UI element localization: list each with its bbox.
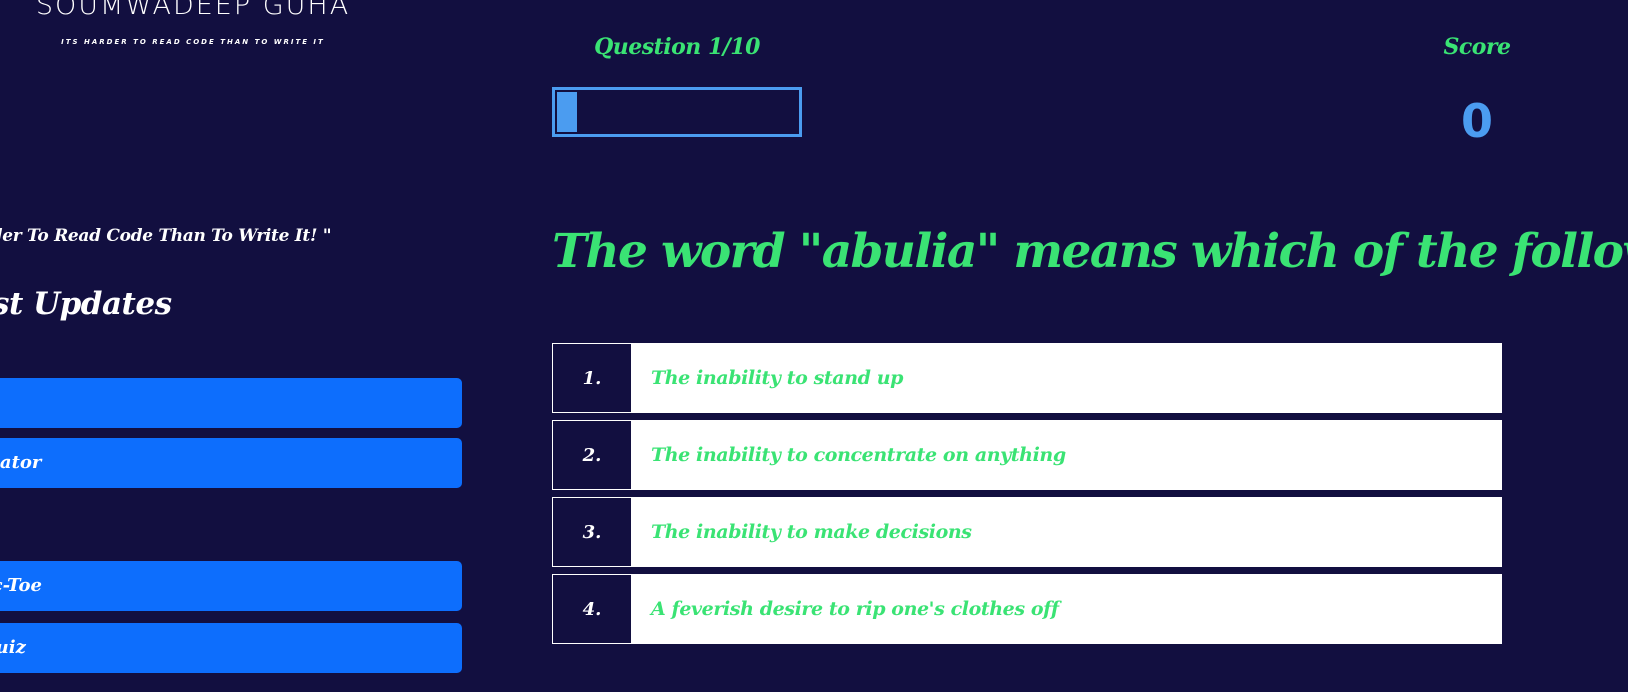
option-number: 2. [553,421,631,489]
answer-options: 1. The inability to stand up 2. The inab… [552,343,1502,651]
question-counter: Question 1/10 [594,34,760,60]
answer-option[interactable]: 4. A feverish desire to rip one's clothe… [552,574,1502,644]
answer-option[interactable]: 3. The inability to make decisions [552,497,1502,567]
sidebar-update-label: ac-Toe [0,575,42,596]
option-number: 3. [553,498,631,566]
option-text: The inability to stand up [651,367,904,389]
score-value: 0 [1460,94,1493,148]
score-label: Score [1443,34,1511,60]
brand-name[interactable]: SOUMWADEEP GUHA [18,0,368,22]
option-number: 4. [553,575,631,643]
sidebar-update-button-quiz[interactable]: Quiz [0,623,462,673]
sidebar-quote: rder To Read Code Than To Write It! " [0,226,332,246]
sidebar-update-label: ulator [0,452,42,473]
question-text: The word "abulia" means which of the fol… [552,224,1628,279]
latest-updates-heading: st Updates [0,286,172,322]
brand-header: SOUMWADEEP GUHA ITS HARDER TO READ CODE … [18,0,368,46]
sidebar-update-button-calculator[interactable]: ulator [0,438,462,488]
answer-option[interactable]: 1. The inability to stand up [552,343,1502,413]
answer-option[interactable]: 2. The inability to concentrate on anyth… [552,420,1502,490]
option-text: A feverish desire to rip one's clothes o… [651,598,1059,620]
option-number: 1. [553,344,631,412]
sidebar-update-button-1[interactable] [0,378,462,428]
option-text: The inability to concentrate on anything [651,444,1066,466]
progress-fill [555,90,580,134]
sidebar-update-label: Quiz [0,637,26,658]
brand-tagline: ITS HARDER TO READ CODE THAN TO WRITE IT [61,38,325,46]
page: SOUMWADEEP GUHA ITS HARDER TO READ CODE … [0,0,1628,692]
sidebar-update-button-tic-tac-toe[interactable]: ac-Toe [0,561,462,611]
option-text: The inability to make decisions [651,521,972,543]
question-progress-bar [552,87,802,137]
